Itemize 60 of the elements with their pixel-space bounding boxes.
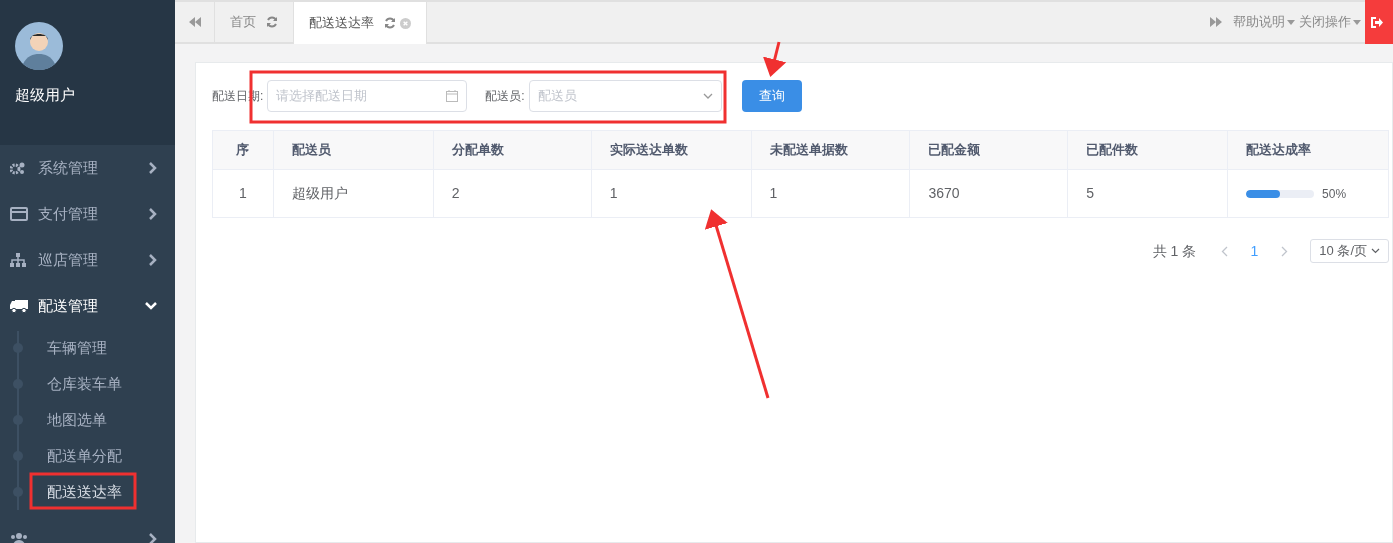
column-header: 实际送达单数: [591, 131, 752, 169]
refresh-icon[interactable]: [384, 17, 396, 29]
table-cell: 1: [751, 170, 911, 217]
column-header: 配送员: [273, 131, 434, 169]
menu-item[interactable]: 配送管理: [0, 283, 175, 329]
column-header: 已配件数: [1068, 131, 1229, 169]
table-cell: 1: [213, 170, 274, 217]
gears-icon: [10, 161, 26, 175]
sitemap-icon: [10, 253, 26, 267]
column-header: 已配金额: [910, 131, 1069, 169]
chevron-right-icon: [1280, 245, 1288, 257]
table-cell: 2: [433, 170, 592, 217]
chevron-right-icon: [149, 162, 157, 174]
column-header: 未配送单据数: [751, 131, 911, 169]
menu-item[interactable]: 支付管理: [0, 191, 175, 237]
menu-item[interactable]: 巡店管理: [0, 237, 175, 283]
chevron-right-icon: [149, 254, 157, 266]
submenu-item[interactable]: 车辆管理: [47, 336, 107, 360]
sign-out-icon: [1371, 16, 1383, 28]
chevron-right-icon: [149, 533, 157, 543]
chevron-left-icon: [1220, 245, 1228, 257]
dropdown-menu[interactable]: 帮助说明: [1231, 2, 1297, 42]
query-button[interactable]: 查询: [741, 80, 802, 112]
table-cell: 超级用户: [273, 170, 434, 217]
page-size-select[interactable]: 10 条/页: [1310, 239, 1389, 263]
chevron-down-icon: [1371, 248, 1380, 254]
caret-down-icon: [1353, 19, 1361, 25]
column-header: 分配单数: [433, 131, 592, 169]
table-cell: 1: [591, 170, 752, 217]
dropdown-menu[interactable]: 关闭操作: [1297, 2, 1363, 42]
logout-button[interactable]: [1365, 0, 1393, 44]
user-name: 超级用户: [15, 85, 76, 105]
close-icon[interactable]: [400, 17, 411, 29]
total-count: 共 1 条: [1152, 241, 1197, 261]
column-header: 序: [213, 131, 274, 169]
chevron-right-icon: [149, 208, 157, 220]
chevron-down-icon: [702, 93, 713, 99]
double-left-arrow-icon: [188, 17, 201, 27]
submenu-item[interactable]: 配送单分配: [47, 444, 122, 468]
caret-down-icon: [1287, 19, 1295, 25]
progress-text: 50%: [1322, 185, 1347, 203]
menu-item[interactable]: 系统管理: [0, 145, 175, 191]
table-cell: 5: [1068, 170, 1229, 217]
truck-icon: [10, 299, 28, 313]
double-right-arrow-icon: [1210, 17, 1222, 27]
avatar: [15, 22, 63, 70]
chevron-down-icon: [145, 302, 157, 310]
annotation-arrow: [763, 41, 787, 77]
tab[interactable]: 配送送达率: [294, 2, 427, 44]
table-cell: 3670: [910, 170, 1069, 217]
column-header: 配送达成率: [1245, 141, 1313, 160]
submenu-item[interactable]: 配送送达率: [47, 480, 122, 504]
page-button[interactable]: 1: [1242, 240, 1267, 262]
calendar-icon: [446, 90, 459, 102]
users-icon: [10, 532, 28, 543]
submenu-item[interactable]: 仓库装车单: [47, 372, 122, 396]
submenu-item[interactable]: 地图选单: [47, 408, 107, 432]
credit-card-icon: [10, 207, 28, 221]
field-label: 配送员:: [485, 88, 525, 105]
refresh-icon[interactable]: [266, 16, 278, 28]
